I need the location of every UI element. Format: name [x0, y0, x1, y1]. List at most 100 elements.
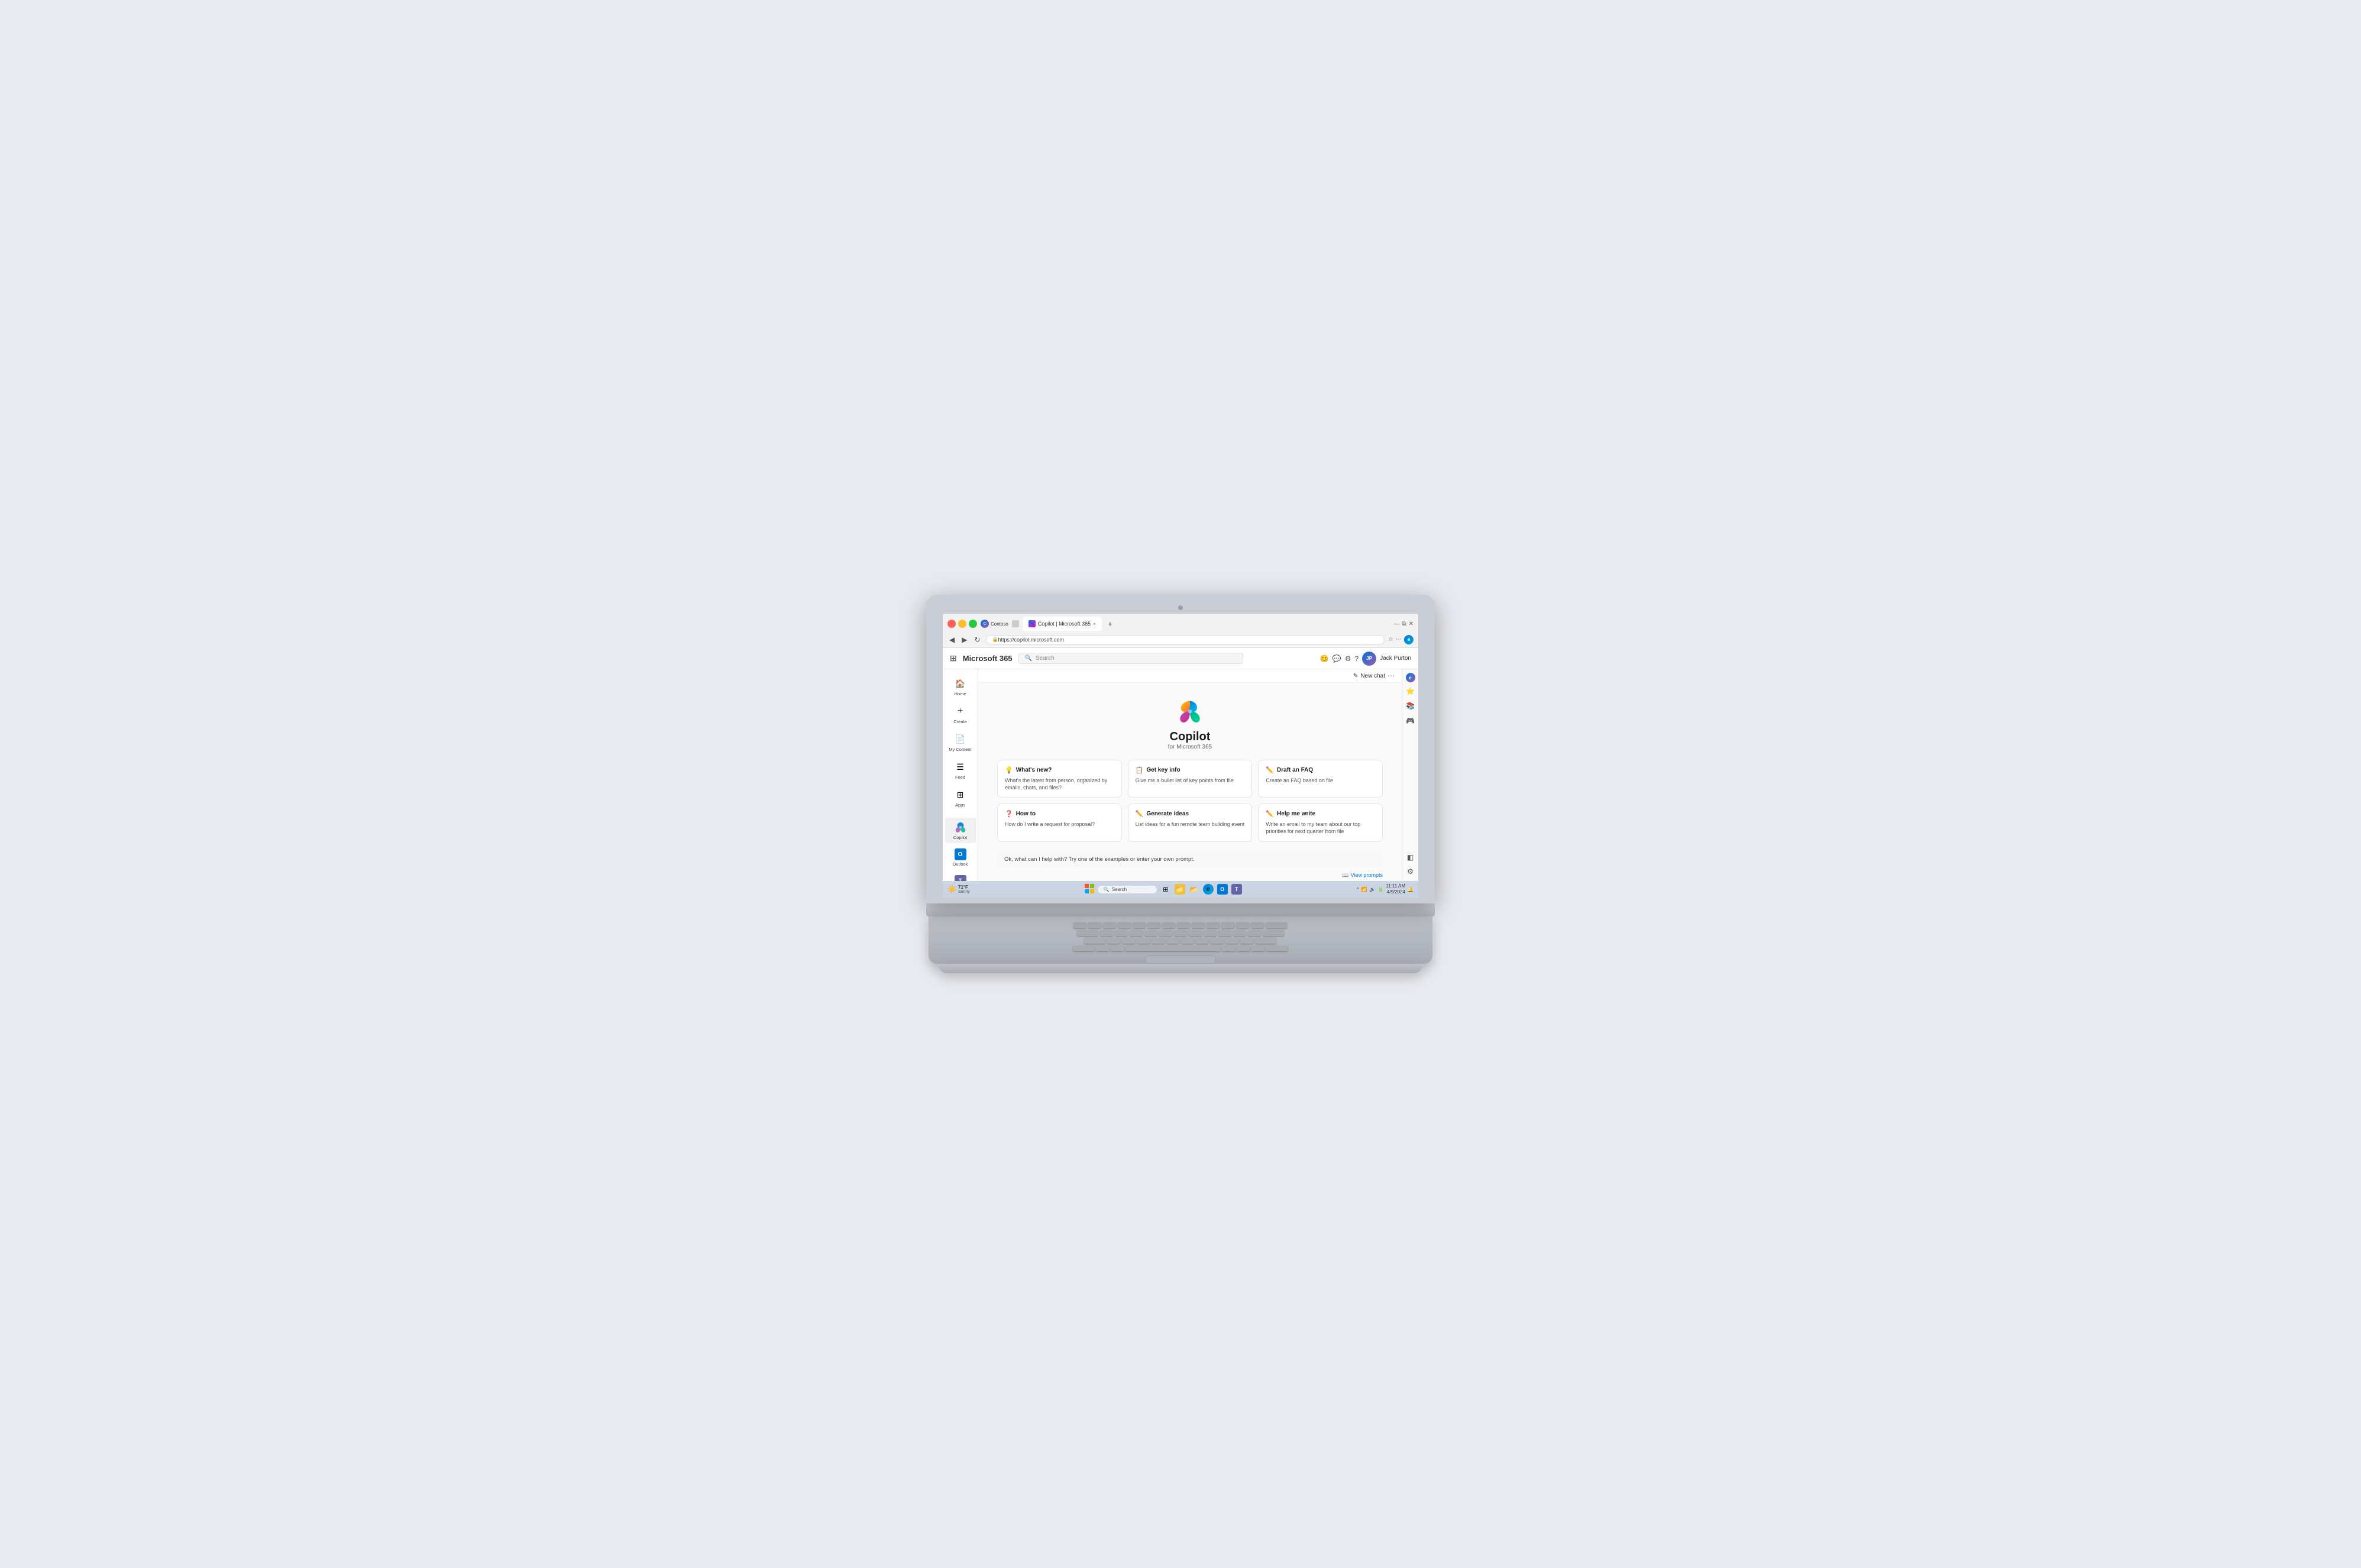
taskbar-app-edge[interactable]: e — [1203, 884, 1214, 895]
edge-panel-settings-button[interactable]: ⚙ — [1405, 866, 1415, 877]
card-whats-new-desc: What's the latest from person, organized… — [1005, 777, 1114, 791]
key — [1162, 922, 1175, 928]
favorites-button[interactable]: ☆ — [1388, 636, 1393, 643]
taskbar-app-2[interactable]: 📂 — [1189, 884, 1199, 895]
card-draft-faq[interactable]: ✏️ Draft an FAQ Create an FAQ based on f… — [1258, 760, 1383, 798]
wifi-icon: 📶 — [1361, 887, 1367, 892]
address-text: https://copilot.microsoft.com — [998, 637, 1065, 643]
clock-date: 4/9/2024 — [1386, 889, 1405, 895]
sidebar-item-copilot-label: Copilot — [953, 835, 967, 840]
browser-profile: C Contoso — [981, 620, 1008, 628]
key — [1115, 930, 1128, 936]
sidebar-item-home[interactable]: 🏠 Home — [945, 674, 976, 699]
edge-panel-bottom: ◧ ⚙ — [1405, 851, 1415, 877]
sidebar-item-my-content[interactable]: 📄 My Content — [945, 730, 976, 755]
window-controls: — ⧉ ✕ — [1393, 621, 1414, 627]
start-button[interactable] — [1085, 884, 1094, 895]
sidebar-item-create[interactable]: + Create — [945, 702, 976, 727]
help-text-area: Ok, what can I help with? Try one of the… — [997, 851, 1383, 867]
taskbar-app-widgets[interactable]: ⊞ — [1160, 884, 1171, 895]
weather-widget: ☀️ 71°F Sunny — [947, 885, 970, 894]
emoji-button[interactable]: 😊 — [1320, 655, 1329, 663]
m365-content: ⊞ Microsoft 365 🔍 Search 😊 💬 ⚙ ? — [943, 648, 1418, 881]
browser-close-button[interactable] — [947, 620, 956, 628]
card-help-me-write[interactable]: ✏️ Help me write Write an email to my te… — [1258, 804, 1383, 841]
laptop-keyboard-area — [929, 916, 1432, 964]
weather-condition: Sunny — [958, 890, 970, 894]
more-options-button[interactable]: ⋯ — [1388, 672, 1395, 680]
taskbar-search-text: Search — [1112, 887, 1127, 892]
book-icon: 📖 — [1342, 872, 1348, 879]
sidebar-item-copilot[interactable]: Copilot — [945, 818, 976, 843]
key — [1181, 938, 1194, 944]
key — [1263, 930, 1284, 936]
browser-tab-active[interactable]: Copilot | Microsoft 365 × — [1023, 617, 1102, 631]
browser-maximize-button[interactable] — [969, 620, 977, 628]
my-content-icon: 📄 — [954, 733, 967, 746]
trackpad[interactable] — [1145, 955, 1216, 964]
edge-icon: e — [1404, 635, 1414, 644]
browser-minimize-button[interactable] — [958, 620, 966, 628]
card-how-to[interactable]: ❓ How to How do I write a request for pr… — [997, 804, 1122, 841]
key — [1255, 938, 1276, 944]
card-generate-ideas[interactable]: ✏️ Generate ideas List ideas for a fun r… — [1128, 804, 1253, 841]
sidebar-item-apps[interactable]: ⊞ Apps — [945, 785, 976, 811]
browser-more-button[interactable]: ⋯ — [1396, 636, 1402, 643]
taskbar-clock: 11:11 AM 4/9/2024 — [1386, 883, 1405, 895]
camera-bar — [943, 605, 1418, 610]
key — [1088, 922, 1101, 928]
top-actions: 😊 💬 ⚙ ? JP Jack Purton — [1320, 652, 1411, 666]
refresh-button[interactable]: ↻ — [972, 634, 982, 645]
back-button[interactable]: ◀ — [947, 634, 956, 645]
key — [1251, 945, 1264, 951]
edge-panel-split-button[interactable]: ◧ — [1405, 851, 1415, 863]
minimize-window-button[interactable]: — — [1393, 621, 1399, 627]
browser-titlebar: C Contoso Copilot | Microsoft 365 × + — — [943, 614, 1418, 631]
system-tray: ^ — [1357, 887, 1359, 892]
tab-favicon-indicator — [1012, 620, 1019, 627]
forward-button[interactable]: ▶ — [960, 634, 969, 645]
taskbar-search[interactable]: 🔍 Search — [1098, 886, 1157, 893]
edge-panel-button-1[interactable]: ⭐ — [1404, 685, 1416, 697]
settings-button[interactable]: ⚙ — [1345, 655, 1351, 663]
m365-sidebar: 🏠 Home + Create 📄 My Content — [943, 669, 978, 881]
card-whats-new[interactable]: 💡 What's new? What's the latest from per… — [997, 760, 1122, 798]
address-bar[interactable]: 🔒 https://copilot.microsoft.com — [986, 635, 1385, 644]
suggestion-cards-grid: 💡 What's new? What's the latest from per… — [978, 760, 1402, 849]
taskbar-app-teams[interactable]: T — [1231, 884, 1242, 895]
taskbar-app-outlook[interactable]: O — [1217, 884, 1228, 895]
card-draft-faq-header: ✏️ Draft an FAQ — [1266, 766, 1375, 774]
key — [1211, 938, 1224, 944]
new-tab-button[interactable]: + — [1105, 619, 1115, 629]
sidebar-item-feed[interactable]: ☰ Feed — [945, 757, 976, 783]
tab-close-button[interactable]: × — [1093, 621, 1096, 627]
new-chat-button[interactable]: ✎ New chat — [1353, 673, 1385, 679]
key — [1221, 922, 1234, 928]
copilot-subtitle: for Microsoft 365 — [1168, 744, 1212, 750]
battery-icon: 🔋 — [1377, 887, 1383, 892]
restore-window-button[interactable]: ⧉ — [1402, 621, 1406, 627]
chat-button[interactable]: 💬 — [1332, 655, 1341, 663]
new-chat-label: New chat — [1360, 673, 1385, 679]
view-prompts-button[interactable]: 📖 View prompts — [1342, 872, 1383, 879]
browser-toolbar-actions: ☆ ⋯ e — [1388, 635, 1414, 644]
taskbar-app-explorer[interactable]: 📁 — [1175, 884, 1185, 895]
edge-panel-button-3[interactable]: 🎮 — [1404, 715, 1416, 727]
waffle-menu-button[interactable]: ⊞ — [950, 653, 957, 663]
key — [1100, 930, 1113, 936]
card-whats-new-icon: 💡 — [1005, 766, 1013, 774]
edge-panel-button-2[interactable]: 📚 — [1404, 700, 1416, 712]
key — [1237, 945, 1250, 951]
sidebar-item-outlook[interactable]: O Outlook — [945, 845, 976, 870]
edge-copilot-panel-icon[interactable]: e — [1406, 673, 1415, 682]
key — [1122, 938, 1135, 944]
sidebar-item-teams[interactable]: T Teams — [945, 872, 976, 881]
card-get-key-info[interactable]: 📋 Get key info Give me a bullet list of … — [1128, 760, 1253, 798]
m365-search-bar[interactable]: 🔍 Search — [1018, 653, 1243, 664]
keyboard-row-2 — [954, 930, 1408, 936]
help-button[interactable]: ? — [1355, 655, 1359, 663]
new-chat-icon: ✎ — [1353, 673, 1358, 679]
taskbar: ☀️ 71°F Sunny 🔍 Search ⊞ 📁 📂 e O T ^ — [943, 881, 1418, 898]
close-window-button[interactable]: ✕ — [1409, 621, 1414, 627]
taskbar-left: ☀️ 71°F Sunny — [947, 885, 970, 894]
